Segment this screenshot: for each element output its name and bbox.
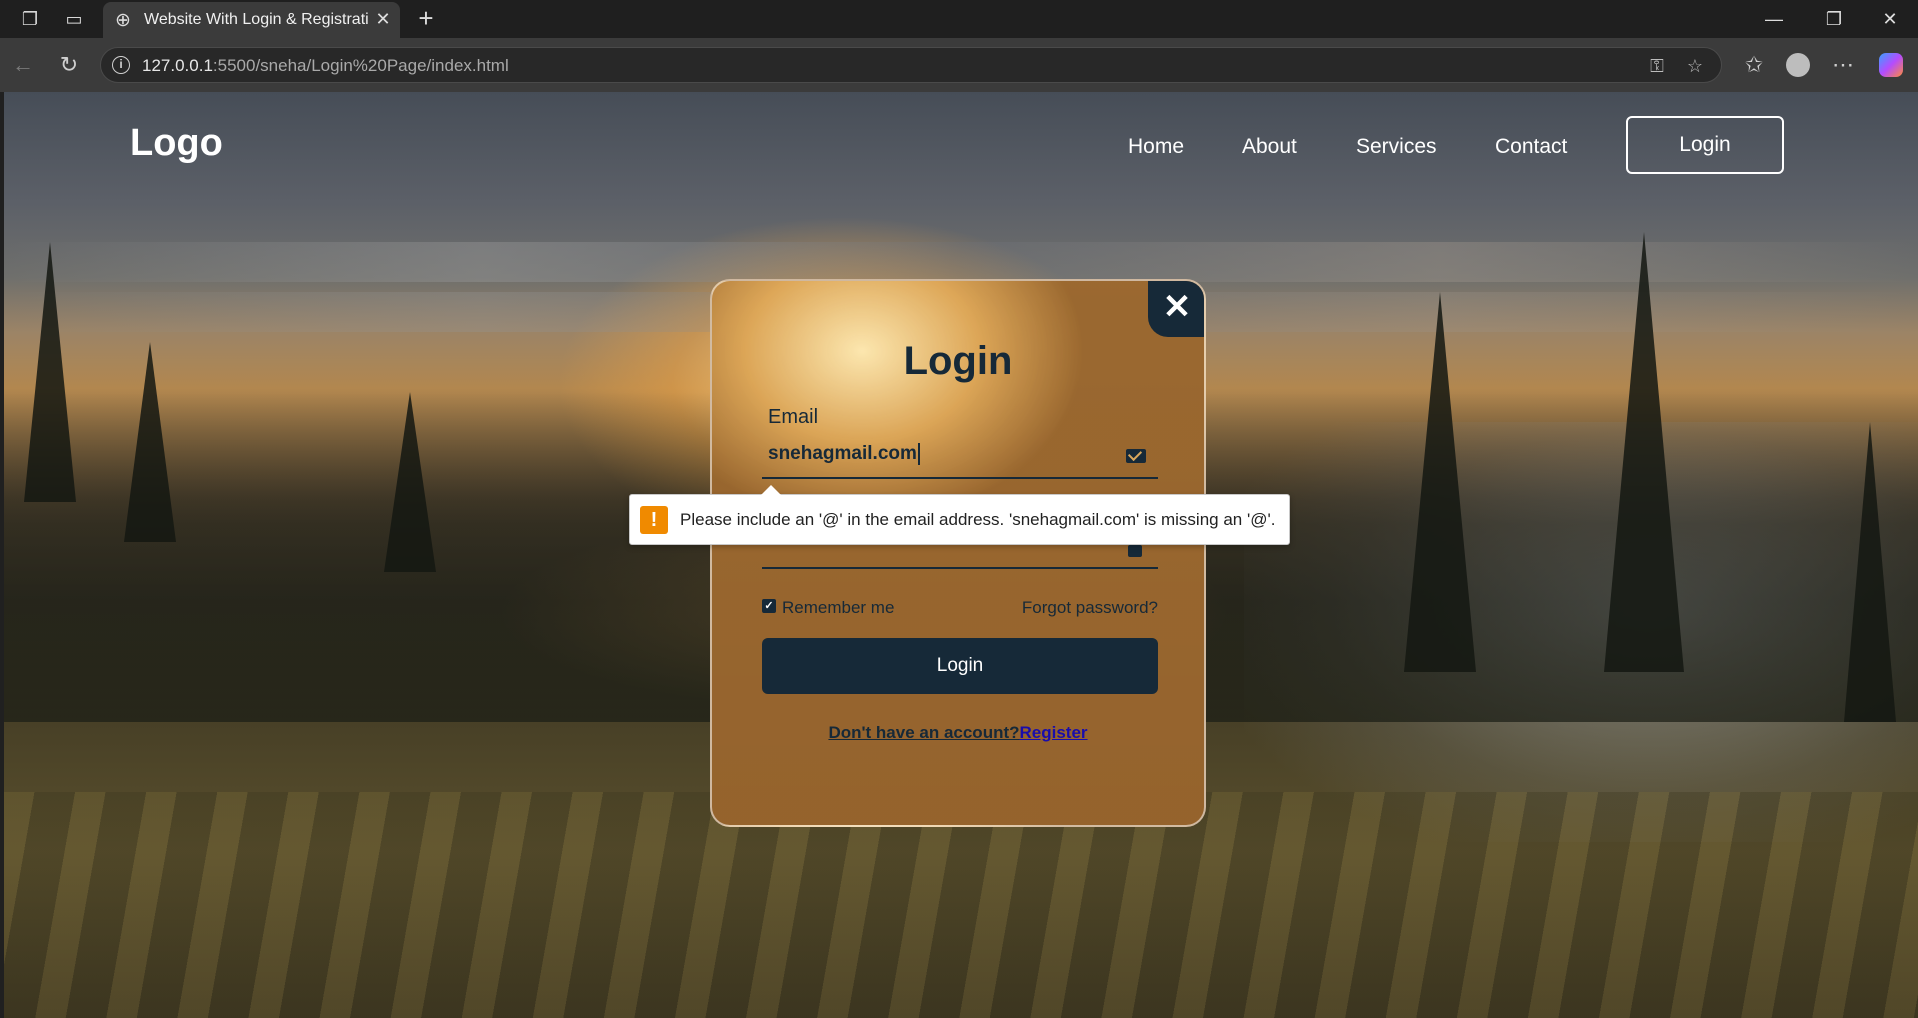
background-scenery [384,392,436,572]
more-options-icon[interactable]: ⋯ [1826,48,1860,82]
refresh-icon[interactable]: ↻ [52,48,86,82]
validation-message: Please include an '@' in the email addre… [680,510,1276,529]
workspaces-icon[interactable]: ❐ [11,0,49,38]
text-caret [917,443,920,465]
no-account-text: Don't have an account? [828,723,1020,742]
mail-icon [1126,449,1146,463]
remember-row: ✓ Remember me Forgot password? [762,597,1158,621]
register-link[interactable]: Register [1020,723,1088,742]
login-modal: ✕ Login Email snehagmail.com •••••••• ✓ … [710,279,1206,827]
nav-contact[interactable]: Contact [1495,135,1567,159]
nav-services[interactable]: Services [1356,135,1437,159]
url-host: 127.0.0.1 [142,56,213,75]
forgot-password-link[interactable]: Forgot password? [1022,598,1158,618]
profile-avatar-icon[interactable] [1781,48,1815,82]
password-key-icon[interactable]: ⚿ [1643,52,1671,80]
remember-checkbox[interactable]: ✓ [762,599,776,613]
nav-home[interactable]: Home [1128,135,1184,159]
email-label: Email [768,406,819,428]
address-bar-row: ← ↻ i 127.0.0.1:5500/sneha/Login%20Page/… [0,38,1918,92]
register-prompt: Don't have an account?Register [712,723,1204,743]
url-path: :5500/sneha/Login%20Page/index.html [212,56,509,75]
browser-tab-bar: ❐ ▭ ⊕ Website With Login & Registration … [0,0,1918,38]
tab-title: Website With Login & Registration [144,11,369,28]
background-scenery [1404,292,1476,672]
modal-title: Login [903,339,1013,383]
page-viewport: Logo Home About Services Contact Login ✕… [4,92,1918,1018]
header-login-button[interactable]: Login [1626,116,1784,174]
login-submit-button[interactable]: Login [762,638,1158,694]
background-scenery [24,242,76,502]
remember-label[interactable]: Remember me [782,598,894,618]
background-scenery [124,342,176,542]
email-field[interactable]: snehagmail.com [762,431,1158,479]
restore-icon[interactable]: ❐ [1806,0,1862,38]
close-icon: ✕ [1162,288,1192,326]
new-tab-icon[interactable]: + [411,0,441,38]
email-value-text: snehagmail.com [768,443,917,465]
tooltip-arrow [761,485,781,495]
favorites-icon[interactable]: ✩ [1737,48,1771,82]
lock-icon [1128,537,1142,557]
back-icon[interactable]: ← [6,48,40,82]
copilot-icon[interactable] [1874,48,1908,82]
tab-actions-icon[interactable]: ▭ [55,0,93,38]
browser-tab[interactable]: ⊕ Website With Login & Registration ✕ [103,2,400,38]
favorite-star-icon[interactable]: ☆ [1681,52,1709,80]
site-info-icon[interactable]: i [112,56,130,74]
background-scenery [1604,232,1684,672]
address-bar[interactable]: i 127.0.0.1:5500/sneha/Login%20Page/inde… [100,47,1722,83]
site-logo[interactable]: Logo [130,122,223,165]
email-value: snehagmail.com [768,443,920,465]
globe-icon: ⊕ [115,10,131,31]
validation-tooltip: ! Please include an '@' in the email add… [629,485,1290,545]
background-scenery [1844,422,1896,722]
url-text: 127.0.0.1:5500/sneha/Login%20Page/index.… [142,56,509,76]
minimize-icon[interactable]: — [1746,0,1802,38]
close-modal-button[interactable]: ✕ [1148,281,1204,337]
close-tab-icon[interactable]: ✕ [371,7,395,31]
warning-icon: ! [640,506,668,534]
nav-about[interactable]: About [1242,135,1297,159]
close-window-icon[interactable]: ✕ [1862,0,1918,38]
